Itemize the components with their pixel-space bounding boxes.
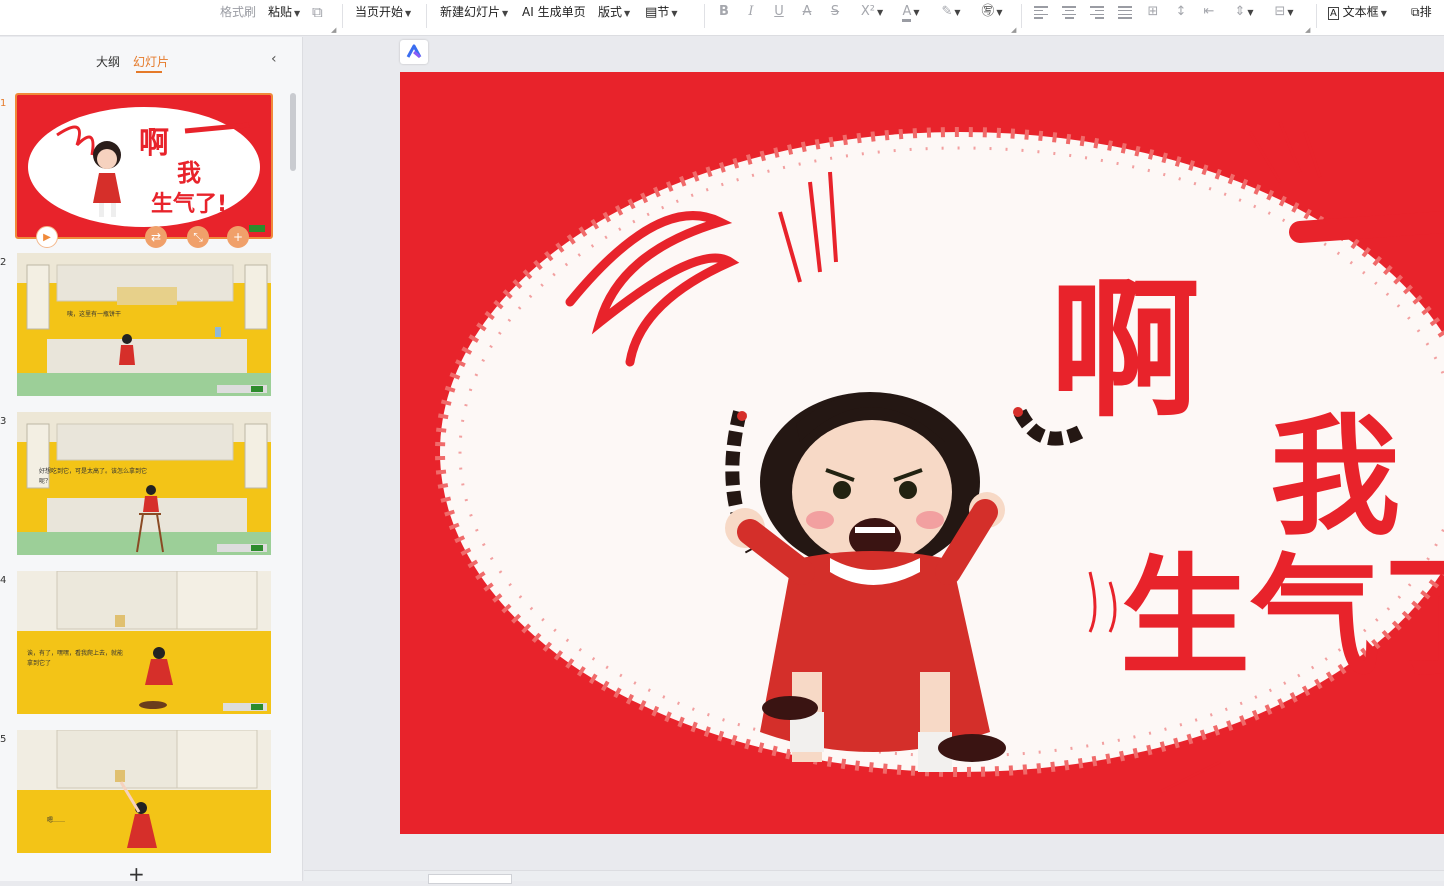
section-icon: ▤ [645, 5, 658, 20]
slide-panel: 大纲 幻灯片 ‹ 1 啊 我 生气了! ▶ ⇄ ⤡ + 2 咦，这里有一瓶饼干 … [0, 37, 303, 886]
underline-icon[interactable]: U [769, 3, 789, 21]
main-title-line1: 啊 [1050, 264, 1200, 438]
paste-button[interactable]: 粘贴 ▼ [268, 3, 300, 21]
play-from-current-button[interactable]: 当页开始 ▼ [355, 3, 411, 21]
slide-number: 2 [0, 257, 7, 268]
divider [1021, 4, 1022, 28]
notes-toggle[interactable] [428, 874, 512, 884]
active-tab-indicator [136, 71, 162, 73]
chevron-down-icon: ▼ [671, 9, 678, 18]
divider [426, 4, 427, 28]
slide-number: 5 [0, 734, 7, 745]
slide-thumbnail-3[interactable]: 好想吃到它，可是太高了。该怎么拿到它呢？ [17, 412, 271, 555]
play-slide-button[interactable]: ▶ [36, 226, 58, 248]
slide-5-caption: 嗯…… [47, 817, 66, 824]
slide-thumbnail-5[interactable]: 嗯…… [17, 730, 271, 853]
ribbon-toolbar: 格式刷 粘贴 ▼ ⧉ ◢ 当页开始 ▼ 新建幻灯片 ▼ AI 生成单页 版式 ▼ ▤节 ▼… [0, 0, 1444, 36]
main-title-line3: 生气了 [1120, 541, 1444, 693]
replace-slide-icon[interactable]: ⇄ [145, 226, 167, 248]
arrange-label: 排 [1419, 5, 1432, 19]
superscript-icon[interactable]: X² ▼ [857, 3, 887, 21]
divider [704, 4, 705, 28]
align-right-icon[interactable] [1090, 6, 1104, 19]
align-left-icon[interactable] [1034, 6, 1048, 19]
paste-label: 粘贴 [268, 5, 293, 19]
slide-3-caption: 好想吃到它，可是太高了。该怎么拿到它呢？ [39, 468, 148, 485]
bold-icon[interactable]: B [714, 3, 734, 21]
distribute-icon[interactable]: ⊞ [1143, 3, 1163, 21]
dialog-launcher-icon[interactable]: ◢ [1305, 26, 1310, 34]
slide-4-preview [17, 571, 271, 714]
chevron-down-icon: ▼ [624, 9, 631, 18]
chevron-down-icon: ▼ [294, 9, 301, 18]
slide-thumbnail-4[interactable]: 诶，有了，嘿嘿，看我爬上去，就能拿到它了 [17, 571, 271, 714]
align-center-icon[interactable] [1062, 6, 1076, 19]
text-shadow-icon[interactable]: S [825, 3, 845, 21]
section-button[interactable]: ▤节 ▼ [645, 3, 677, 21]
ai-generate-slide-button[interactable]: AI 生成单页 [522, 3, 586, 21]
line-spacing-icon[interactable]: ↕ [1171, 3, 1191, 21]
new-slide-button[interactable]: 新建幻灯片 ▼ [440, 3, 508, 21]
text-direction-icon[interactable]: ⊟ ▼ [1268, 3, 1300, 21]
collapse-panel-icon[interactable]: ‹ [271, 51, 277, 67]
paragraph-spacing-icon[interactable]: ⇕ ▼ [1229, 3, 1259, 21]
slide-4-caption: 诶，有了，嘿嘿，看我爬上去，就能拿到它了 [27, 650, 124, 667]
layout-label: 版式 [598, 5, 623, 19]
slide-5-preview [17, 730, 271, 853]
chevron-down-icon: ▼ [405, 9, 412, 18]
add-slide-button[interactable]: + [128, 862, 145, 886]
format-painter-button[interactable]: 格式刷 [220, 3, 256, 21]
slide-thumbnail-2[interactable]: 咦，这里有一瓶饼干 [17, 253, 271, 396]
status-bar [304, 870, 1444, 884]
italic-icon[interactable]: I [741, 3, 761, 21]
textbox-label: 文本框 [1342, 5, 1379, 19]
phonetic-guide-icon[interactable]: ㊢ ▼ [977, 3, 1007, 21]
slide-1-title-line1: 啊 [139, 126, 169, 161]
slide-number: 1 [0, 98, 7, 109]
indent-icon[interactable]: ⇤ [1199, 3, 1219, 21]
slide-2-caption: 咦，这里有一瓶饼干 [67, 311, 122, 318]
slide-number: 3 [0, 416, 7, 427]
textbox-icon: A [1328, 7, 1339, 20]
slide-1-preview: 啊 我 生气了! [17, 95, 271, 237]
chevron-down-icon: ▼ [502, 9, 509, 18]
play-from-current-label: 当页开始 [355, 5, 404, 19]
ai-assistant-icon[interactable] [400, 40, 428, 64]
arrange-icon: ⧉ [1411, 5, 1420, 19]
divider [1316, 4, 1317, 28]
chevron-down-icon: ▼ [1380, 9, 1387, 18]
highlight-icon[interactable]: ✎ ▼ [936, 3, 966, 21]
add-after-icon[interactable]: + [227, 226, 249, 248]
slide-1-title-line2: 我 [177, 159, 201, 187]
main-slide-canvas[interactable]: 啊 我 生气了 [400, 72, 1444, 834]
font-color-icon[interactable]: A ▼ [896, 3, 926, 22]
main-title-line2: 我 [1270, 401, 1400, 553]
divider [342, 4, 343, 28]
dialog-launcher-icon[interactable]: ◢ [1011, 26, 1016, 34]
slide-thumbnail-1[interactable]: 啊 我 生气了! [15, 93, 273, 239]
section-label: 节 [657, 5, 670, 19]
slide-1-title-line3: 生气了! [151, 191, 227, 217]
panel-scrollbar[interactable] [290, 93, 296, 171]
new-slide-label: 新建幻灯片 [440, 5, 501, 19]
copy-icon[interactable]: ⧉ [312, 3, 323, 21]
arrange-button[interactable]: ⧉排 [1411, 3, 1432, 21]
layout-button[interactable]: 版式 ▼ [598, 3, 630, 21]
tab-slides[interactable]: 幻灯片 [133, 53, 169, 70]
main-slide-art: 啊 我 生气了 [400, 72, 1444, 834]
slide-number: 4 [0, 575, 7, 586]
strikethrough-icon[interactable]: A [797, 3, 817, 21]
transition-icon[interactable]: ⤡ [187, 226, 209, 248]
justify-icon[interactable] [1118, 6, 1132, 19]
tab-outline[interactable]: 大纲 [96, 53, 120, 70]
slide-2-preview [17, 253, 271, 396]
dialog-launcher-icon[interactable]: ◢ [331, 26, 336, 34]
textbox-button[interactable]: A 文本框 ▼ [1328, 3, 1387, 21]
